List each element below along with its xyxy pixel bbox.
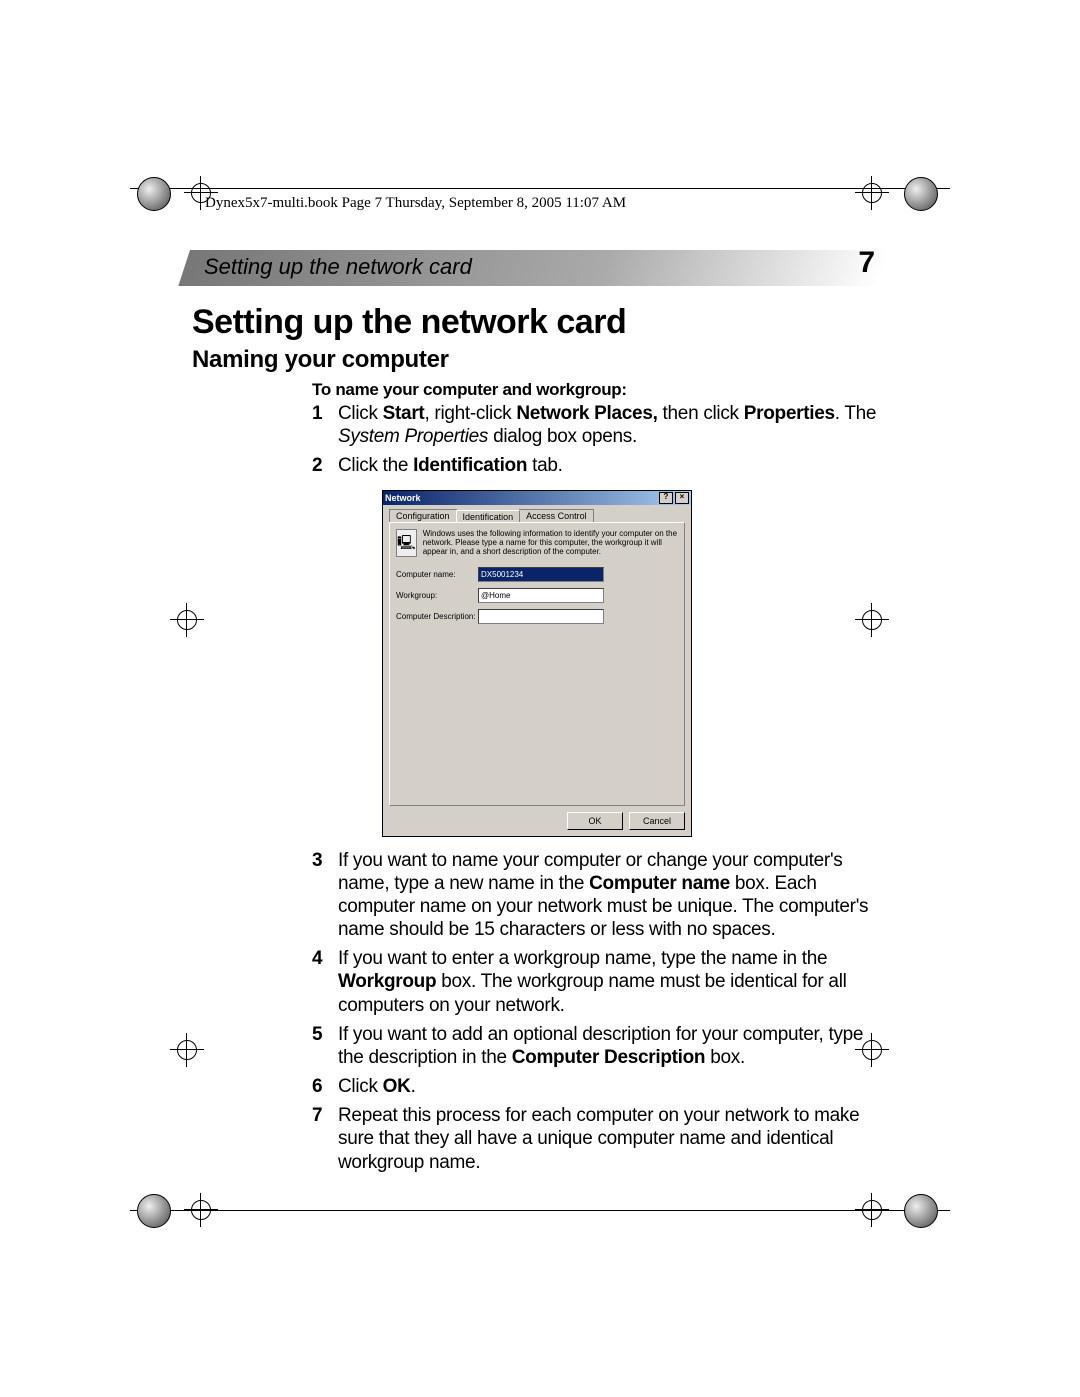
input-computer-name[interactable] <box>478 567 604 582</box>
dialog-title: Network <box>385 493 421 503</box>
procedure-steps-cont: 3 If you want to name your computer or c… <box>312 849 892 1174</box>
cancel-button[interactable]: Cancel <box>629 812 685 830</box>
label-computer-name: Computer name: <box>396 570 478 579</box>
step-7: 7 Repeat this process for each computer … <box>312 1104 892 1174</box>
dialog-titlebar: Network ? × <box>383 491 691 505</box>
input-workgroup[interactable] <box>478 588 604 603</box>
tab-access-control[interactable]: Access Control <box>519 509 594 522</box>
crop-mark <box>905 595 955 645</box>
row-workgroup: Workgroup: <box>396 588 678 603</box>
tab-configuration[interactable]: Configuration <box>389 509 457 522</box>
procedure-steps: 1 Click Start, right-click Network Place… <box>312 402 892 478</box>
ok-button[interactable]: OK <box>567 812 623 830</box>
running-head-label: Setting up the network card <box>204 254 472 280</box>
dialog-info-text: Windows uses the following information t… <box>423 529 678 557</box>
computer-icon: 🖳 <box>396 529 417 557</box>
crop-mark <box>128 1025 178 1075</box>
label-workgroup: Workgroup: <box>396 591 478 600</box>
dialog-info: 🖳 Windows uses the following information… <box>396 529 678 557</box>
dialog-tabs: Configuration Identification Access Cont… <box>383 505 691 522</box>
dialog-buttons: OK Cancel <box>383 812 691 836</box>
step-1: 1 Click Start, right-click Network Place… <box>312 402 892 448</box>
input-description[interactable] <box>478 609 604 624</box>
crop-mark <box>128 1185 178 1235</box>
crop-mark <box>895 168 945 218</box>
network-dialog: Network ? × Configuration Identification… <box>382 490 692 837</box>
step-4: 4 If you want to enter a workgroup name,… <box>312 947 892 1017</box>
page-content: Setting up the network card Naming your … <box>192 295 892 1180</box>
page-number: 7 <box>858 246 875 280</box>
close-button[interactable]: × <box>675 492 689 504</box>
crop-mark <box>895 1185 945 1235</box>
crop-mark <box>128 168 178 218</box>
crop-mark <box>128 595 178 645</box>
row-computer-name: Computer name: <box>396 567 678 582</box>
dialog-panel: 🖳 Windows uses the following information… <box>389 522 685 806</box>
label-description: Computer Description: <box>396 612 478 621</box>
crop-line-top <box>130 188 950 189</box>
crop-line-bottom <box>130 1210 950 1211</box>
procedure-lead: To name your computer and workgroup: <box>312 380 892 400</box>
section-heading: Naming your computer <box>192 346 892 374</box>
step-2: 2 Click the Identification tab. <box>312 454 892 477</box>
help-button[interactable]: ? <box>659 492 673 504</box>
step-3: 3 If you want to name your computer or c… <box>312 849 892 942</box>
crop-mark <box>905 1025 955 1075</box>
page-title: Setting up the network card <box>192 303 892 342</box>
step-6: 6 Click OK. <box>312 1075 892 1098</box>
page-meta: Dynex5x7-multi.book Page 7 Thursday, Sep… <box>205 195 626 212</box>
row-description: Computer Description: <box>396 609 678 624</box>
running-head: Setting up the network card <box>190 250 890 286</box>
step-5: 5 If you want to add an optional descrip… <box>312 1023 892 1069</box>
network-dialog-figure: Network ? × Configuration Identification… <box>382 490 692 837</box>
